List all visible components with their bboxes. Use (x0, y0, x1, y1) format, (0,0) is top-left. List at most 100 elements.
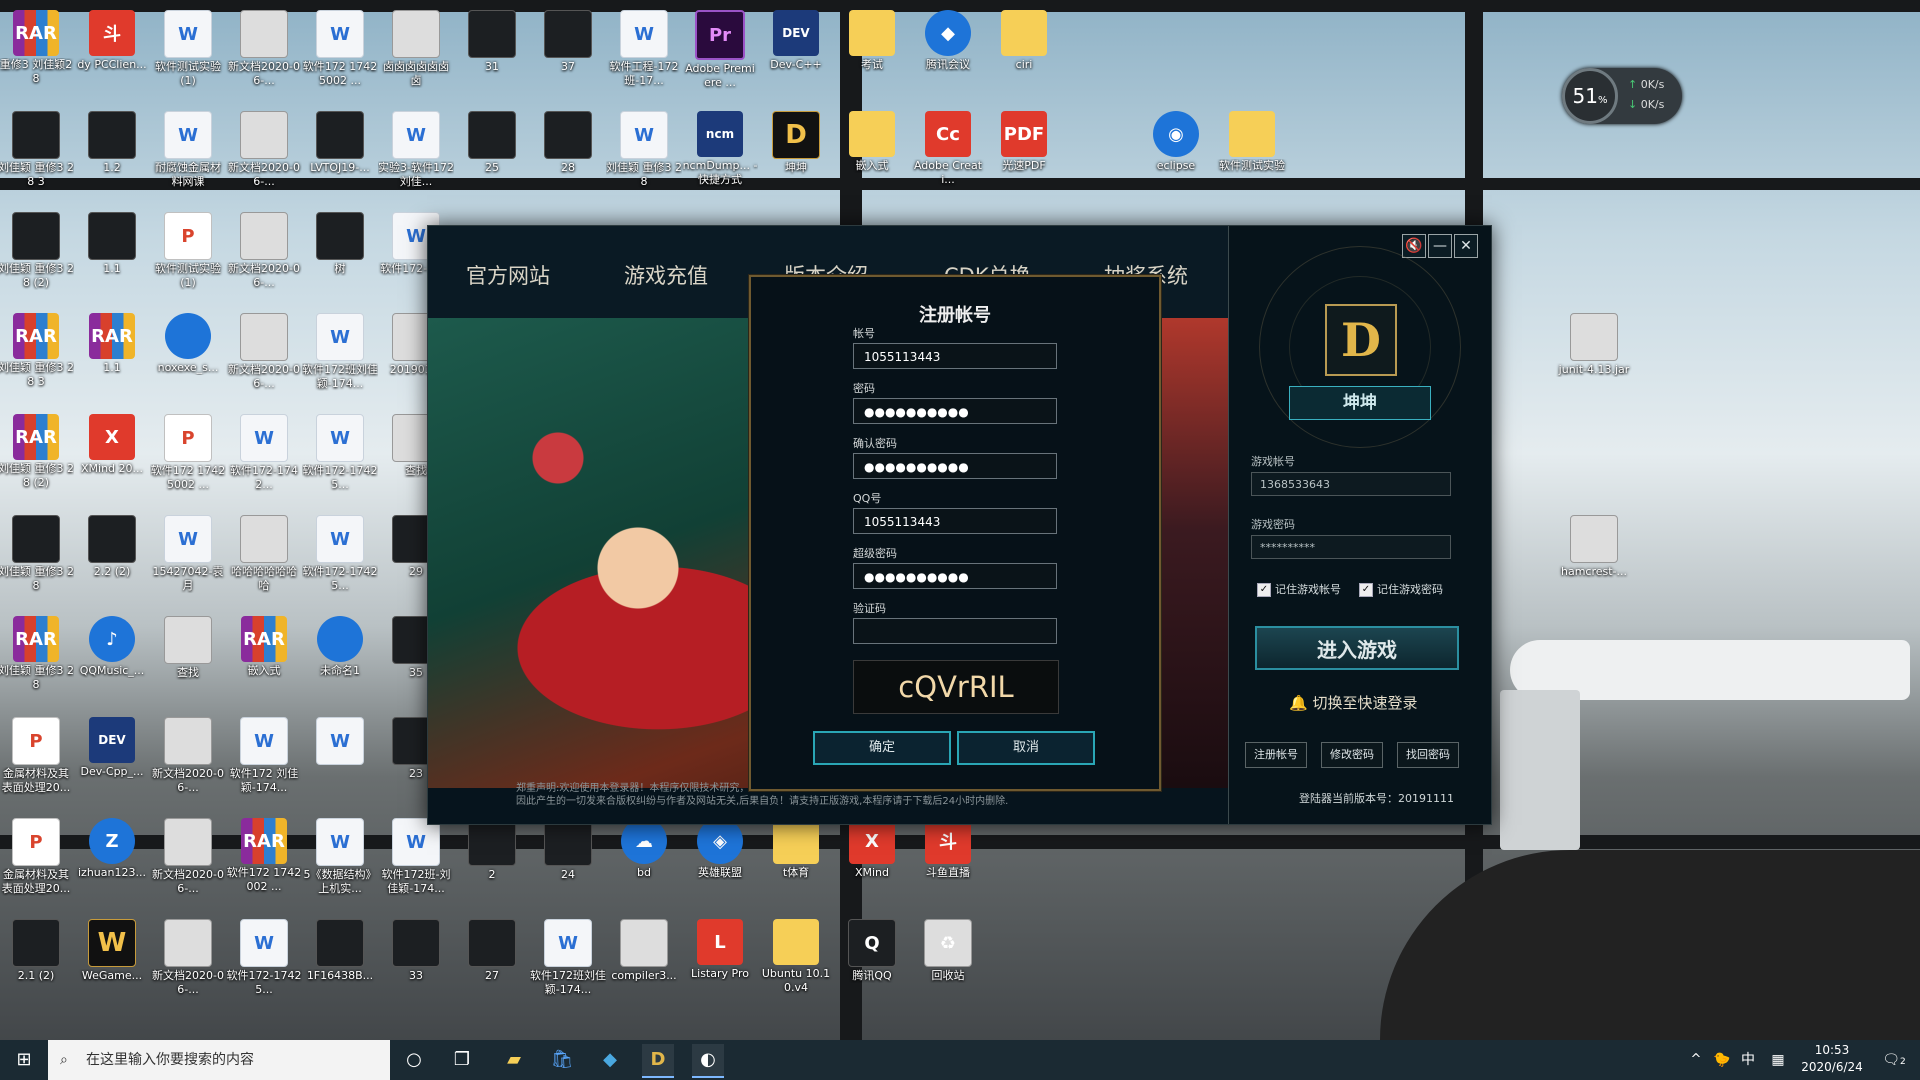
desktop-icon[interactable]: ♻ 回收站 (910, 913, 986, 1013)
desktop-icon[interactable]: Ubuntu 10.10.v4 (758, 913, 834, 1013)
desktop-icon[interactable]: 查找 (150, 610, 226, 710)
desktop-icon[interactable]: 哈哈哈哈哈哈哈 (226, 509, 302, 609)
change-password-button[interactable]: 修改密码 (1321, 742, 1383, 768)
desktop-icon[interactable]: Q 腾讯QQ (834, 913, 910, 1013)
desktop-icon[interactable]: 新文档2020-06-... (150, 711, 226, 811)
task-view-icon[interactable]: ❐ (446, 1044, 478, 1076)
desktop-icon[interactable]: 新文档2020-06-... (150, 812, 226, 912)
desktop-icon[interactable]: 未命名1 (302, 610, 378, 710)
desktop-icon[interactable]: hamcrest-... (1556, 509, 1632, 609)
desktop-icon[interactable]: noxexe_s... (150, 307, 226, 407)
desktop-icon[interactable]: 25 (454, 105, 530, 205)
desktop-icon[interactable]: 刘佳颖 重修3 28 (0, 509, 74, 609)
desktop-icon[interactable]: W 软件172班刘佳颖-174... (302, 307, 378, 407)
desktop-icon[interactable]: W 软件172-17425... (302, 509, 378, 609)
desktop-icon[interactable]: RAR 1.1 (74, 307, 150, 407)
desktop-icon[interactable]: 1.1 (74, 206, 150, 306)
desktop-icon[interactable]: ncm ncmDump... - 快捷方式 (682, 105, 758, 205)
notification-icon[interactable]: 🗨2 (1878, 1044, 1910, 1076)
desktop-icon[interactable]: t体育 (758, 812, 834, 912)
register-account-button[interactable]: 注册帐号 (1245, 742, 1307, 768)
desktop-icon[interactable]: W 软件172 刘佳颖-174... (226, 711, 302, 811)
remember-password-checkbox[interactable]: ✓ 记住游戏密码 (1359, 581, 1443, 597)
desktop-icon[interactable]: 考试 (834, 4, 910, 104)
desktop-icon[interactable]: W 耐腐蚀金属材料网课 (150, 105, 226, 205)
cortana-icon[interactable]: ○ (398, 1044, 430, 1076)
desktop-icon[interactable]: W 软件172-17425... (302, 408, 378, 508)
desktop-icon[interactable]: W WeGame... (74, 913, 150, 1013)
desktop-icon[interactable]: 新文档2020-06-... (226, 307, 302, 407)
desktop-icon[interactable]: X XMind 20... (74, 408, 150, 508)
desktop-icon[interactable]: LVTOJ19-... (302, 105, 378, 205)
desktop-icon[interactable]: W (302, 711, 378, 811)
desktop-icon[interactable]: W 软件测试实验(1) (150, 4, 226, 104)
desktop-icon[interactable]: RAR 刘佳颖 重修3 28 (0, 610, 74, 710)
game-launcher-taskbar-icon[interactable]: D (642, 1044, 674, 1078)
desktop-icon[interactable]: P 金属材料及其表面处理20... (0, 711, 74, 811)
tab-recharge[interactable]: 游戏充值 (624, 260, 708, 290)
desktop-icon[interactable]: X XMind (834, 812, 910, 912)
captcha-image[interactable]: cQVrRIL (853, 660, 1059, 714)
tab-official-site[interactable]: 官方网站 (466, 260, 550, 290)
desktop-icon[interactable]: ◈ 英雄联盟 (682, 812, 758, 912)
desktop-icon[interactable]: 1.2 (74, 105, 150, 205)
account-input[interactable]: 1368533643 (1251, 472, 1451, 496)
clock[interactable]: 10:53 2020/6/24 (1792, 1042, 1872, 1076)
desktop-icon[interactable]: junit-4.13.jar (1556, 307, 1632, 407)
taskbar-search-input[interactable]: ⌕ 在这里输入你要搜索的内容 (48, 1040, 390, 1080)
desktop-icon[interactable]: P 软件172 17425002 ... (150, 408, 226, 508)
desktop-icon[interactable]: 斗斗鱼直播 (910, 812, 986, 912)
file-explorer-icon[interactable]: ▰ (498, 1044, 530, 1076)
windows-start-icon[interactable]: ⊞ (8, 1044, 40, 1076)
desktop-icon[interactable]: RAR 软件172 1742002 ... (226, 812, 302, 912)
cancel-button[interactable]: 取消 (957, 731, 1095, 765)
network-speed-widget[interactable]: 51% ↑ 0K/s ↓ 0K/s (1562, 68, 1682, 124)
desktop-icon[interactable]: compiler3... (606, 913, 682, 1013)
desktop-icon[interactable]: 斗 dy PCClien... (74, 4, 150, 104)
desktop-icon[interactable]: 1F16438B... (302, 913, 378, 1013)
desktop-icon[interactable]: W 软件172班刘佳颖-174... (530, 913, 606, 1013)
desktop-icon[interactable]: Pr Adobe Premiere ... (682, 4, 758, 104)
store-icon[interactable]: 🛍 (546, 1044, 578, 1076)
remember-account-checkbox[interactable]: ✓ 记住游戏帐号 (1257, 581, 1341, 597)
minimize-button[interactable]: — (1428, 234, 1452, 258)
app-icon[interactable]: ◆ (594, 1044, 626, 1076)
desktop-icon[interactable]: 嵌入式 (834, 105, 910, 205)
desktop-icon[interactable]: PDF 光速PDF (986, 105, 1062, 205)
desktop-icon[interactable]: DEV Dev-Cpp_... (74, 711, 150, 811)
confirm-password-input[interactable]: ●●●●●●●●●● (853, 453, 1057, 479)
desktop-icon[interactable]: ♪ QQMusic_... (74, 610, 150, 710)
quick-login-link[interactable]: 🔔 切换至快速登录 (1289, 692, 1417, 713)
desktop-icon[interactable]: 树 (302, 206, 378, 306)
app-active-icon[interactable]: ◐ (692, 1044, 724, 1078)
desktop-icon[interactable]: ◆ 腾讯会议 (910, 4, 986, 104)
captcha-input[interactable] (853, 618, 1057, 644)
mute-icon[interactable]: 🔇 (1402, 234, 1426, 258)
desktop-icon[interactable]: W 5《数据结构》上机实... (302, 812, 378, 912)
password-input[interactable]: ●●●●●●●●●● (853, 398, 1057, 424)
qq-input[interactable]: 1055113443 (853, 508, 1057, 534)
desktop-icon[interactable]: 新文档2020-06-... (226, 206, 302, 306)
desktop-icon[interactable]: W 15427042-袁月 (150, 509, 226, 609)
ime-indicator[interactable]: 中 (1732, 1044, 1764, 1076)
desktop-icon[interactable]: ◉ eclipse (1138, 105, 1214, 205)
desktop-icon[interactable]: 31 (454, 4, 530, 104)
desktop-icon[interactable]: RAR 重修3 刘佳颖28 (0, 4, 74, 104)
enter-game-button[interactable]: 进入游戏 (1255, 626, 1459, 670)
desktop-icon[interactable]: 新文档2020-06-... (226, 4, 302, 104)
desktop-icon[interactable]: W 实验3-软件172刘佳... (378, 105, 454, 205)
desktop-icon[interactable]: P 软件测试实验(1) (150, 206, 226, 306)
desktop-icon[interactable]: RAR 刘佳颖 重修3 28 3 (0, 307, 74, 407)
desktop-icon[interactable]: W 软件工程-172班-17... (606, 4, 682, 104)
desktop-icon[interactable]: W 软件172-1742... (226, 408, 302, 508)
super-password-input[interactable]: ●●●●●●●●●● (853, 563, 1057, 589)
desktop-icon[interactable]: 刘佳颖 重修3 28 3 (0, 105, 74, 205)
desktop-icon[interactable]: W 软件172-17425... (226, 913, 302, 1013)
keyboard-icon[interactable]: ▦ (1762, 1044, 1794, 1076)
desktop-icon[interactable]: RAR 嵌入式 (226, 610, 302, 710)
desktop-icon[interactable]: D 坤坤 (758, 105, 834, 205)
desktop-icon[interactable]: ciri (986, 4, 1062, 104)
desktop-icon[interactable]: Cc Adobe Creati... (910, 105, 986, 205)
desktop-icon[interactable]: 28 (530, 105, 606, 205)
desktop-icon[interactable]: DEV Dev-C++ (758, 4, 834, 104)
